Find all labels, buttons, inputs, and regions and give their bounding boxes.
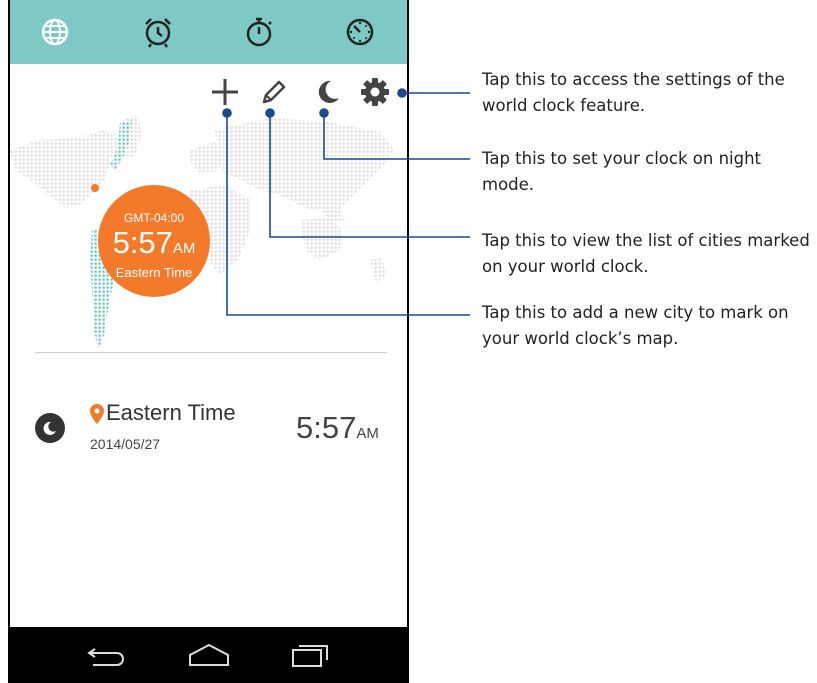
city-time: 5:57AM [296, 410, 379, 445]
callout-add: Tap this to add a new city to mark on yo… [482, 303, 789, 348]
back-button[interactable] [82, 637, 132, 673]
alarm-clock-icon [145, 18, 171, 48]
tab-alarm[interactable] [136, 10, 180, 54]
settings-button[interactable] [357, 74, 393, 110]
home-button[interactable] [184, 637, 234, 673]
phone-screen: GMT-04:00 5:57AM Eastern Time Eastern Ti… [10, 0, 407, 683]
globe-icon [41, 18, 69, 46]
back-icon [87, 648, 124, 666]
timer-icon [346, 18, 374, 46]
tab-timer[interactable] [338, 10, 382, 54]
tab-world-clock[interactable] [33, 10, 77, 54]
night-mode-button[interactable] [310, 74, 346, 110]
stopwatch-icon [246, 17, 272, 47]
recent-apps-button[interactable] [286, 637, 336, 673]
gear-icon [361, 78, 389, 106]
city-ampm: AM [356, 425, 379, 442]
moon-icon [318, 80, 339, 103]
plus-icon [212, 79, 238, 105]
bubble-gmt: GMT-04:00 [123, 211, 185, 225]
location-pin-icon [90, 404, 104, 424]
home-icon [189, 643, 229, 666]
city-date: 2014/05/27 [90, 436, 161, 452]
divider [35, 352, 387, 353]
city-list-item[interactable]: Eastern Time 2014/05/27 5:57AM [10, 395, 407, 465]
edit-cities-button[interactable] [256, 74, 292, 110]
recent-apps-icon [292, 645, 328, 667]
bubble-time: 5:57AM [112, 225, 196, 260]
callout-night-mode: Tap this to set your clock on night mode… [482, 149, 762, 194]
phone-frame: GMT-04:00 5:57AM Eastern Time Eastern Ti… [8, 0, 409, 683]
time-bubble[interactable]: GMT-04:00 5:57AM Eastern Time [98, 185, 210, 297]
callout-edit: Tap this to view the list of cities mark… [482, 231, 810, 276]
city-name: Eastern Time [106, 400, 236, 425]
tab-stopwatch[interactable] [237, 10, 281, 54]
navigation-bar [10, 627, 407, 683]
bubble-ampm: AM [172, 240, 196, 257]
callout-settings: Tap this to access the settings of the w… [482, 70, 785, 115]
add-city-button[interactable] [207, 74, 243, 110]
night-indicator [35, 413, 65, 443]
bubble-zone: Eastern Time [115, 265, 193, 280]
moon-icon [43, 421, 56, 435]
pencil-icon [262, 80, 286, 104]
tab-bar [10, 0, 407, 64]
